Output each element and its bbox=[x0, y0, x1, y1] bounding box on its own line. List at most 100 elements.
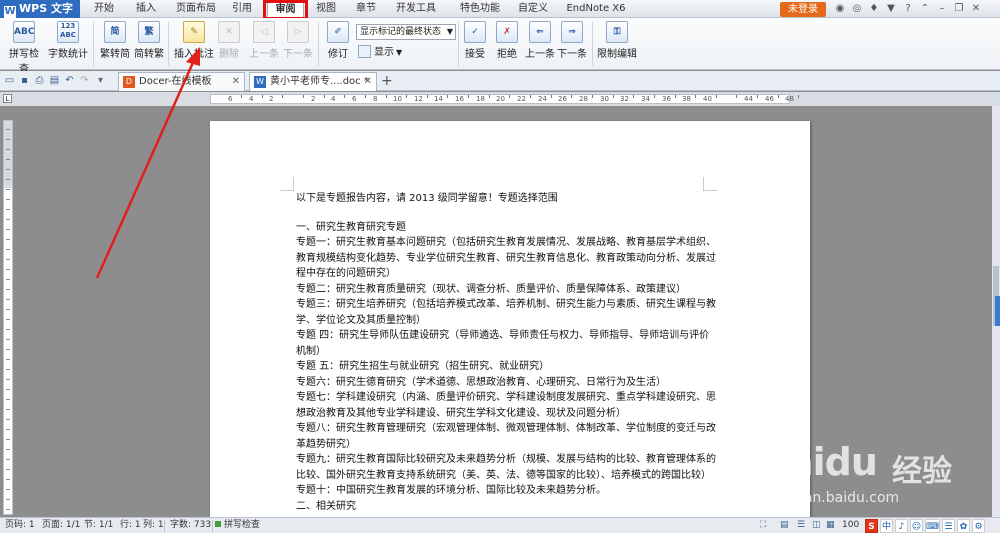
ruler-tick bbox=[241, 95, 242, 98]
spellcheck-button[interactable]: ABC 拼写检查 bbox=[6, 21, 42, 75]
help-icon[interactable]: ? bbox=[902, 2, 914, 16]
ruler-tick bbox=[6, 399, 10, 400]
next-change-button[interactable]: ⇒ 下一条 bbox=[556, 21, 588, 60]
tab-endnote[interactable]: EndNote X6 bbox=[566, 0, 626, 18]
document-paragraph: 专题六：研究生德育研究（学术道德、思想政治教育、心理研究、日常行为及生活） bbox=[296, 376, 666, 388]
vertical-ruler[interactable] bbox=[3, 120, 13, 520]
reading-view-icon[interactable]: ▦ bbox=[826, 518, 835, 533]
prev-change-label: 上一条 bbox=[525, 49, 555, 60]
tab-page-layout[interactable]: 页面布局 bbox=[172, 0, 220, 18]
ime-keyboard-icon[interactable]: ⌨ bbox=[925, 519, 940, 533]
ruler-tick bbox=[6, 429, 10, 430]
tab-customize[interactable]: 自定义 bbox=[513, 0, 553, 18]
shirt-icon[interactable]: ▼ bbox=[885, 2, 897, 16]
wps-app-label: WPS 文字 bbox=[19, 2, 73, 15]
ruler-tick bbox=[509, 95, 510, 98]
trad-to-simp-button[interactable]: 简繁转简 bbox=[99, 21, 131, 60]
ruler-tick-label: 26 bbox=[558, 95, 567, 103]
markup-display-select[interactable]: 显示标记的最终状态 ▼ bbox=[356, 24, 456, 40]
skin-icon[interactable]: ◉ bbox=[834, 2, 846, 16]
ruler-tick-label: 4 bbox=[249, 95, 254, 103]
prev-change-button[interactable]: ⇐ 上一条 bbox=[524, 21, 556, 60]
show-markup-dropdown[interactable]: 显示 ▼ bbox=[358, 45, 402, 61]
tab-view[interactable]: 视图 bbox=[310, 0, 342, 18]
minimize-ribbon-icon[interactable]: ⌃ bbox=[919, 2, 931, 16]
ime-lang-toggle[interactable]: 中 bbox=[880, 519, 893, 533]
trad-to-simp-label: 繁转简 bbox=[100, 49, 130, 60]
quick-access-toolbar: ▭ ▪ ⎙ ▤ ↶ ↷ ▾ D Docer-在线模板 ✕ W 黄小平老师专....do… bbox=[0, 71, 1000, 91]
tab-stop-selector[interactable]: L bbox=[3, 94, 12, 103]
close-tab-icon[interactable]: ✕ bbox=[364, 73, 372, 91]
share-icon[interactable]: ◎ bbox=[851, 2, 863, 16]
tab-chapter[interactable]: 章节 bbox=[350, 0, 382, 18]
customize-qa-icon[interactable]: ▾ bbox=[94, 74, 107, 87]
accept-button[interactable]: ✓ 接受 bbox=[460, 21, 490, 60]
delete-comment-button[interactable]: ✕ 删除 bbox=[214, 21, 244, 60]
side-panel-toggle[interactable] bbox=[995, 296, 1000, 326]
tab-docer-templates[interactable]: D Docer-在线模板 ✕ bbox=[118, 72, 245, 91]
print-icon[interactable]: ⎙ bbox=[33, 74, 46, 87]
status-pages: 页面: 1/1 bbox=[42, 520, 81, 530]
ime-voice-icon[interactable]: ♪ bbox=[895, 519, 908, 533]
ruler-tick bbox=[633, 95, 634, 98]
insert-comment-button[interactable]: ✎ 插入批注 bbox=[174, 21, 214, 60]
tab-developer[interactable]: 开发工具 bbox=[390, 0, 442, 18]
restore-icon[interactable]: ❐ bbox=[953, 2, 965, 16]
sogou-ime-icon[interactable]: S bbox=[865, 519, 878, 533]
close-tab-icon[interactable]: ✕ bbox=[232, 73, 240, 91]
ruler-tick bbox=[6, 199, 10, 200]
tab-references[interactable]: 引用 bbox=[226, 0, 258, 18]
wordcount-button[interactable]: 123 ABC 字数统计 bbox=[48, 21, 88, 60]
web-view-icon[interactable]: ◫ bbox=[812, 518, 821, 533]
wps-app-menu-button[interactable]: WWPS 文字▼ bbox=[0, 0, 80, 32]
open-folder-icon[interactable]: ▭ bbox=[3, 74, 16, 87]
watermark-cn: 经验 bbox=[892, 454, 952, 489]
restrict-editing-button[interactable]: ⚿ 限制编辑 bbox=[597, 21, 637, 60]
ruler-tick-label: 44 bbox=[744, 95, 753, 103]
minimize-icon[interactable]: – bbox=[936, 2, 948, 16]
track-changes-button[interactable]: ✐ 修订 bbox=[322, 21, 354, 60]
fullscreen-icon[interactable]: ⛶ bbox=[760, 518, 766, 533]
ime-emoji-icon[interactable]: ☺ bbox=[910, 519, 923, 533]
ruler-tick bbox=[324, 95, 325, 98]
login-button[interactable]: 未登录 bbox=[780, 2, 826, 17]
tab-insert[interactable]: 插入 bbox=[130, 0, 162, 18]
save-icon[interactable]: ▪ bbox=[18, 74, 31, 87]
status-page-number: 页码: 1 bbox=[5, 520, 35, 530]
ruler-tick-label: 28 bbox=[579, 95, 588, 103]
reject-button[interactable]: ✗ 拒绝 bbox=[492, 21, 522, 60]
ime-menu-icon[interactable]: ☰ bbox=[942, 519, 955, 533]
simp-to-trad-icon: 繁 bbox=[138, 21, 160, 43]
next-comment-button[interactable]: ▷ 下一条 bbox=[282, 21, 314, 60]
simp-to-trad-button[interactable]: 繁简转繁 bbox=[133, 21, 165, 60]
bell-icon[interactable]: ♦ bbox=[868, 2, 880, 16]
close-icon[interactable]: ✕ bbox=[970, 2, 982, 16]
horizontal-ruler[interactable]: 6 4 2 2 4 6 8 10 12 14 16 18 20 22 24 26 28 30 32 34 36 38 40 4… bbox=[210, 94, 799, 104]
ruler-tick-label: 18 bbox=[476, 95, 485, 103]
ime-skin-icon[interactable]: ✿ bbox=[957, 519, 970, 533]
tab-home[interactable]: 开始 bbox=[88, 0, 120, 18]
document-icon: W bbox=[254, 76, 266, 88]
status-word-count[interactable]: 字数: 733 bbox=[170, 518, 211, 533]
document-page[interactable]: 以下是专题报告内容，请 2013 级同学留意！专题选择范围 一、研究生教育研究专题… bbox=[210, 121, 810, 533]
zoom-level[interactable]: 100 bbox=[842, 518, 859, 533]
document-body[interactable]: 以下是专题报告内容，请 2013 级同学留意！专题选择范围 一、研究生教育研究专题… bbox=[296, 191, 716, 514]
new-tab-icon[interactable]: + bbox=[381, 73, 393, 89]
ruler-tick bbox=[6, 139, 10, 140]
prev-comment-button[interactable]: ◁ 上一条 bbox=[248, 21, 280, 60]
next-change-label: 下一条 bbox=[557, 49, 587, 60]
blank-paragraph bbox=[296, 207, 716, 220]
tab-document[interactable]: W 黄小平老师专....doc * ✕ bbox=[249, 72, 377, 91]
ruler-tick bbox=[6, 329, 10, 330]
outline-view-icon[interactable]: ☰ bbox=[797, 518, 805, 533]
ime-settings-icon[interactable]: ⚙ bbox=[972, 519, 985, 533]
reject-label: 拒绝 bbox=[497, 49, 517, 60]
print-preview-icon[interactable]: ▤ bbox=[48, 74, 61, 87]
ruler-tick bbox=[6, 169, 10, 170]
undo-icon[interactable]: ↶ bbox=[63, 74, 76, 87]
page-view-icon[interactable]: ▤ bbox=[780, 518, 789, 533]
redo-icon[interactable]: ↷ bbox=[78, 74, 91, 87]
ruler-tick bbox=[6, 339, 10, 340]
status-spellcheck[interactable]: 拼写检查 bbox=[215, 518, 260, 533]
tab-special-features[interactable]: 特色功能 bbox=[455, 0, 505, 18]
